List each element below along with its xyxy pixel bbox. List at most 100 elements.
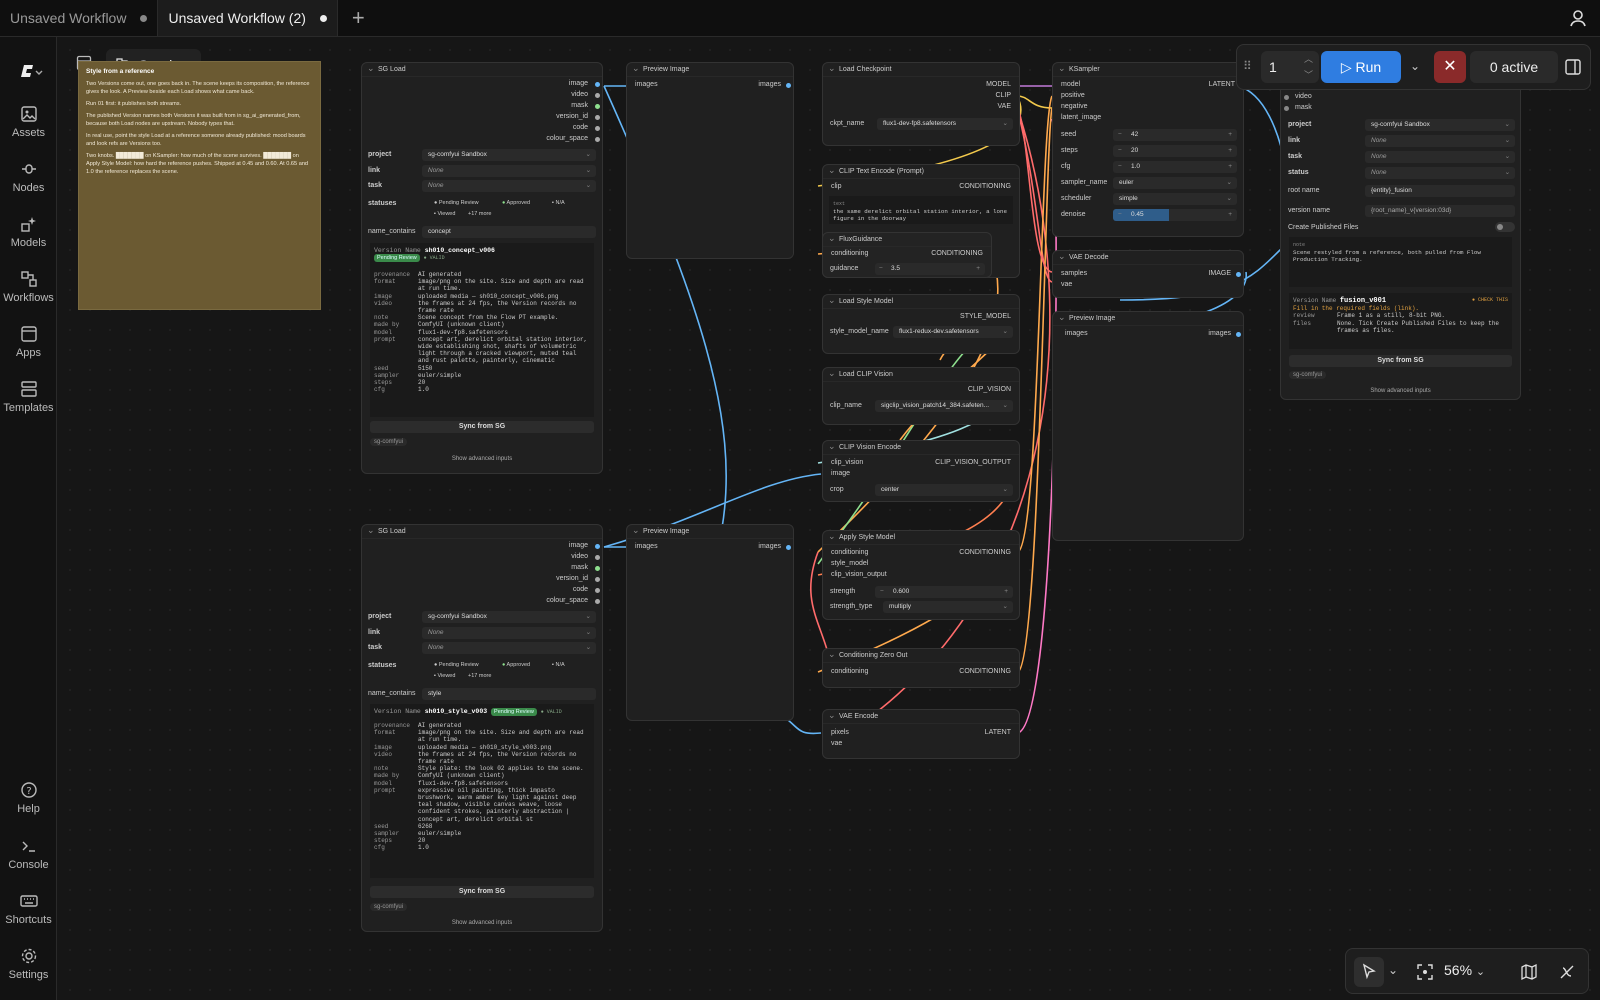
hide-links-icon[interactable] bbox=[1558, 963, 1576, 981]
panel-toggle-icon[interactable] bbox=[1564, 58, 1582, 76]
status-na[interactable]: ▪ N/A bbox=[552, 662, 565, 668]
seed-input[interactable]: − 42 + bbox=[1113, 129, 1237, 141]
flux-guidance-node[interactable]: FluxGuidance conditioning CONDITIONING g… bbox=[822, 232, 992, 278]
batch-count-input[interactable]: 1 ︿ ﹀ bbox=[1261, 51, 1319, 83]
status-approved[interactable]: ● Approved bbox=[502, 200, 530, 206]
load-checkpoint-node[interactable]: Load Checkpoint MODEL CLIP VAE ckpt_name… bbox=[822, 62, 1020, 146]
link-select[interactable]: None ⌄ bbox=[422, 165, 596, 177]
sidebar-item-templates[interactable]: Templates bbox=[0, 380, 57, 414]
tab-workflow-2[interactable]: Unsaved Workflow (2) bbox=[157, 0, 338, 36]
output-pin[interactable] bbox=[595, 566, 600, 571]
name-contains-input[interactable]: concept bbox=[422, 226, 596, 238]
clip-name-select[interactable]: sigclip_vision_patch14_384.safeten... ⌄ bbox=[875, 400, 1013, 412]
sg-load-node[interactable]: SG Load image video mask version_id code… bbox=[361, 62, 603, 474]
sampler-select[interactable]: euler ⌄ bbox=[1113, 177, 1237, 189]
new-tab-button[interactable]: + bbox=[338, 0, 379, 36]
style-model-select[interactable]: flux1-redux-dev.safetensors ⌄ bbox=[893, 326, 1013, 338]
task-select[interactable]: None ⌄ bbox=[422, 180, 596, 192]
strength-input[interactable]: − 0.600 + bbox=[875, 586, 1013, 598]
output-pin[interactable] bbox=[786, 545, 791, 550]
project-select[interactable]: sg-comfyui Sandbox ⌄ bbox=[422, 149, 596, 161]
plus-icon[interactable]: + bbox=[1228, 161, 1232, 173]
link-select[interactable]: None ⌄ bbox=[422, 627, 596, 639]
preview-image-node[interactable]: Preview Image images images bbox=[1052, 311, 1244, 541]
comfy-logo-icon[interactable] bbox=[17, 61, 43, 81]
sg-publish-node[interactable]: video mask project sg-comfyui Sandbox ⌄ l… bbox=[1280, 88, 1521, 400]
chevron-down-icon[interactable]: ﹀ bbox=[1304, 59, 1313, 91]
run-button[interactable]: ▷ Run bbox=[1321, 51, 1401, 83]
run-options-dropdown[interactable]: ⌄ bbox=[1403, 51, 1427, 83]
zoom-level[interactable]: 56% ⌄ bbox=[1444, 962, 1485, 978]
note-node[interactable]: Style from a reference Two Versions come… bbox=[78, 61, 321, 310]
link-select[interactable]: None ⌄ bbox=[1365, 135, 1515, 147]
plus-icon[interactable]: + bbox=[1228, 209, 1232, 221]
minus-icon[interactable]: − bbox=[1118, 145, 1122, 157]
sidebar-item-shortcuts[interactable]: Shortcuts bbox=[0, 892, 57, 926]
plus-icon[interactable]: + bbox=[976, 263, 980, 275]
clip-vision-encode-node[interactable]: CLIP Vision Encode clip_vision image CLI… bbox=[822, 440, 1020, 502]
project-select[interactable]: sg-comfyui Sandbox ⌄ bbox=[422, 611, 596, 623]
strength-type-select[interactable]: multiply ⌄ bbox=[883, 601, 1013, 613]
output-pin[interactable] bbox=[595, 93, 600, 98]
sidebar-item-models[interactable]: Models bbox=[0, 215, 57, 249]
ksampler-node[interactable]: KSampler model positive negative latent_… bbox=[1052, 62, 1244, 237]
sidebar-item-console[interactable]: Console bbox=[0, 837, 57, 871]
sidebar-item-settings[interactable]: Settings bbox=[0, 947, 57, 981]
output-pin[interactable] bbox=[595, 577, 600, 582]
drag-handle-icon[interactable]: ⠿ bbox=[1243, 59, 1252, 73]
tab-workflow-1[interactable]: Unsaved Workflow bbox=[0, 0, 157, 36]
crop-select[interactable]: center ⌄ bbox=[875, 484, 1013, 496]
cfg-input[interactable]: − 1.0 + bbox=[1113, 161, 1237, 173]
guidance-input[interactable]: − 3.5 + bbox=[875, 263, 985, 275]
minus-icon[interactable]: − bbox=[1118, 209, 1122, 221]
input-pin[interactable] bbox=[1284, 106, 1289, 111]
fit-view-icon[interactable] bbox=[1416, 963, 1434, 981]
plus-icon[interactable]: + bbox=[1004, 586, 1008, 598]
sidebar-item-assets[interactable]: Assets bbox=[0, 105, 57, 139]
queue-active-button[interactable]: 0 active bbox=[1470, 51, 1558, 83]
preview-image-node[interactable]: Preview Image images images bbox=[626, 62, 794, 259]
ckpt-name-select[interactable]: flux1-dev-fp8.safetensors ⌄ bbox=[877, 118, 1013, 130]
task-select[interactable]: None ⌄ bbox=[422, 642, 596, 654]
vae-encode-node[interactable]: VAE Encode pixels vae LATENT bbox=[822, 709, 1020, 759]
output-pin[interactable] bbox=[595, 115, 600, 120]
output-pin[interactable] bbox=[595, 126, 600, 131]
output-pin[interactable] bbox=[595, 555, 600, 560]
output-pin[interactable] bbox=[595, 104, 600, 109]
show-advanced-inputs[interactable]: Show advanced inputs bbox=[1281, 388, 1520, 394]
minus-icon[interactable]: − bbox=[1118, 161, 1122, 173]
cancel-icon[interactable]: ✕ bbox=[1434, 51, 1466, 83]
status-viewed[interactable]: ▪ Viewed bbox=[434, 673, 455, 679]
load-style-model-node[interactable]: Load Style Model STYLE_MODEL style_model… bbox=[822, 294, 1020, 354]
preview-image-node[interactable]: Preview Image images images bbox=[626, 524, 794, 721]
output-pin[interactable] bbox=[595, 544, 600, 549]
output-pin[interactable] bbox=[1236, 332, 1241, 337]
output-pin[interactable] bbox=[595, 137, 600, 142]
status-viewed[interactable]: ▪ Viewed bbox=[434, 211, 455, 217]
sidebar-item-nodes[interactable]: Nodes bbox=[0, 160, 57, 194]
project-select[interactable]: sg-comfyui Sandbox ⌄ bbox=[1365, 119, 1515, 131]
sync-from-sg-button[interactable]: Sync from SG bbox=[1289, 355, 1512, 367]
sync-from-sg-button[interactable]: Sync from SG bbox=[370, 421, 594, 433]
input-pin[interactable] bbox=[1284, 95, 1289, 100]
status-more[interactable]: +17 more bbox=[468, 673, 491, 679]
create-published-files-toggle[interactable] bbox=[1495, 222, 1515, 232]
plus-icon[interactable]: + bbox=[1228, 129, 1232, 141]
output-pin[interactable] bbox=[595, 599, 600, 604]
status-select[interactable]: None ⌄ bbox=[1365, 167, 1515, 179]
load-clip-vision-node[interactable]: Load CLIP Vision CLIP_VISION clip_name s… bbox=[822, 367, 1020, 425]
minus-icon[interactable]: − bbox=[880, 586, 884, 598]
select-tool-button[interactable] bbox=[1354, 957, 1384, 987]
status-na[interactable]: ▪ N/A bbox=[552, 200, 565, 206]
output-pin[interactable] bbox=[595, 588, 600, 593]
user-icon[interactable] bbox=[1568, 8, 1588, 28]
minus-icon[interactable]: − bbox=[879, 263, 883, 275]
steps-input[interactable]: − 20 + bbox=[1113, 145, 1237, 157]
output-pin[interactable] bbox=[1236, 272, 1241, 277]
sidebar-item-apps[interactable]: Apps bbox=[0, 325, 57, 359]
output-pin[interactable] bbox=[595, 82, 600, 87]
vae-decode-node[interactable]: VAE Decode samples vae IMAGE bbox=[1052, 250, 1244, 298]
scheduler-select[interactable]: simple ⌄ bbox=[1113, 193, 1237, 205]
denoise-slider[interactable]: − 0.45 + bbox=[1113, 209, 1237, 221]
minimap-icon[interactable] bbox=[1520, 963, 1538, 981]
